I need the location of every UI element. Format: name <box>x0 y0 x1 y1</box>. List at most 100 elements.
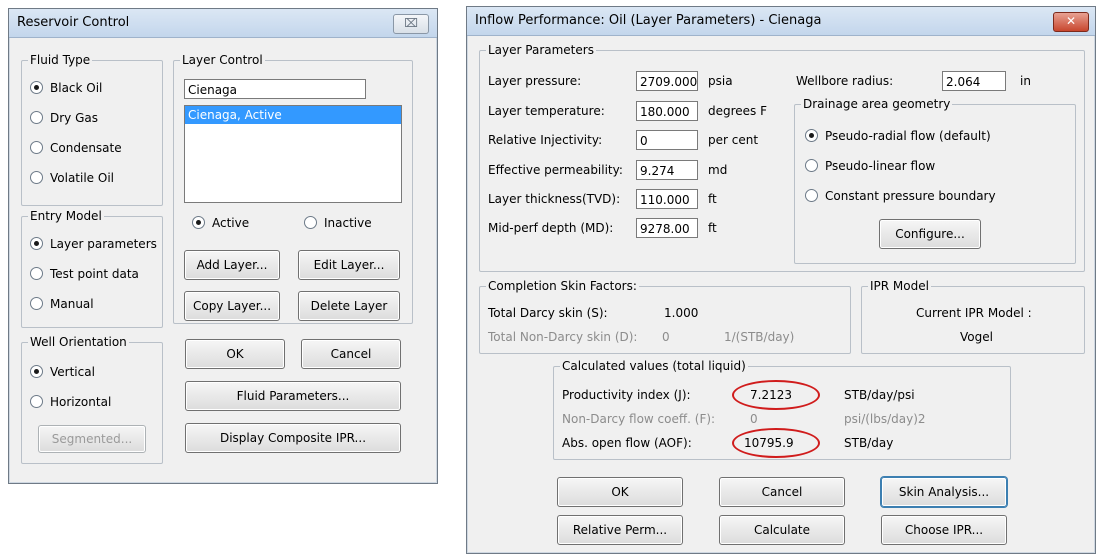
radio-test-point-data[interactable]: Test point data <box>30 267 139 281</box>
layer-control-legend: Layer Control <box>180 53 265 67</box>
layer-name-input[interactable]: Cienaga <box>184 79 366 99</box>
radio-label: Pseudo-radial flow (default) <box>825 129 991 143</box>
productivity-index-unit: STB/day/psi <box>844 388 915 402</box>
ipr-model-legend: IPR Model <box>868 279 931 293</box>
close-icon[interactable]: ⌧ <box>393 14 429 34</box>
highlight-ellipse-pi <box>732 380 820 410</box>
radio-label: Active <box>212 216 250 230</box>
nondarcy-coeff-label: Non-Darcy flow coeff. (F): <box>562 412 716 426</box>
radio-vertical[interactable]: Vertical <box>30 365 95 379</box>
radio-icon <box>30 267 43 280</box>
layer-thickness-label: Layer thickness(TVD): <box>488 192 621 206</box>
segmented-button[interactable]: Segmented... <box>38 425 146 453</box>
reservoir-title: Reservoir Control <box>17 15 130 30</box>
nondarcy-skin-unit: 1/(STB/day) <box>724 330 795 344</box>
well-orientation-group: Well Orientation Vertical Horizontal Seg… <box>21 335 163 464</box>
mid-perf-depth-unit: ft <box>708 221 717 235</box>
nondarcy-coeff-value: 0 <box>750 412 758 426</box>
inflow-titlebar[interactable]: Inflow Performance: Oil (Layer Parameter… <box>467 7 1095 36</box>
calculate-button[interactable]: Calculate <box>719 515 845 545</box>
radio-icon <box>30 395 43 408</box>
layer-parameters-legend: Layer Parameters <box>486 43 596 57</box>
radio-icon <box>304 216 317 229</box>
relative-injectivity-input[interactable]: 0 <box>636 130 698 150</box>
drainage-geometry-legend: Drainage area geometry <box>801 97 953 111</box>
radio-condensate[interactable]: Condensate <box>30 141 122 155</box>
close-icon[interactable]: ✕ <box>1053 12 1089 32</box>
layer-temperature-input[interactable]: 180.000 <box>636 101 698 121</box>
mid-perf-depth-input[interactable]: 9278.00 <box>636 218 698 238</box>
fluid-parameters-button[interactable]: Fluid Parameters... <box>185 381 401 411</box>
layer-temperature-unit: degrees F <box>708 104 768 118</box>
radio-label: Test point data <box>50 267 139 281</box>
radio-active[interactable]: Active <box>192 216 249 230</box>
layer-list[interactable]: Cienaga, Active <box>184 105 402 203</box>
ok-button[interactable]: OK <box>557 477 683 507</box>
wellbore-radius-input[interactable]: 2.064 <box>942 71 1006 91</box>
radio-pseudo-linear[interactable]: Pseudo-linear flow <box>805 159 935 173</box>
radio-label: Pseudo-linear flow <box>825 159 936 173</box>
radio-inactive[interactable]: Inactive <box>304 216 372 230</box>
skin-analysis-button[interactable]: Skin Analysis... <box>881 477 1007 507</box>
configure-button[interactable]: Configure... <box>879 219 981 249</box>
copy-layer-button[interactable]: Copy Layer... <box>184 291 280 321</box>
calculated-values-group: Calculated values (total liquid) Product… <box>553 359 1011 460</box>
fluid-type-legend: Fluid Type <box>28 53 93 67</box>
effective-permeability-label: Effective permeability: <box>488 163 623 177</box>
nondarcy-skin-label: Total Non-Darcy skin (D): <box>488 330 638 344</box>
relative-perm-button[interactable]: Relative Perm... <box>557 515 683 545</box>
relative-injectivity-label: Relative Injectivity: <box>488 133 603 147</box>
layer-pressure-input[interactable]: 2709.000 <box>636 71 698 91</box>
completion-skin-legend: Completion Skin Factors: <box>486 279 639 293</box>
nondarcy-skin-value: 0 <box>662 330 670 344</box>
delete-layer-button[interactable]: Delete Layer <box>298 291 400 321</box>
aof-unit: STB/day <box>844 436 894 450</box>
radio-label: Volatile Oil <box>50 171 114 185</box>
radio-dry-gas[interactable]: Dry Gas <box>30 111 98 125</box>
ok-button[interactable]: OK <box>185 339 285 369</box>
darcy-skin-value: 1.000 <box>664 306 699 320</box>
layer-thickness-unit: ft <box>708 192 717 206</box>
reservoir-control-dialog: Reservoir Control ⌧ Fluid Type Black Oil… <box>8 8 438 484</box>
cancel-button[interactable]: Cancel <box>301 339 401 369</box>
current-ipr-value: Vogel <box>960 330 993 344</box>
mid-perf-depth-label: Mid-perf depth (MD): <box>488 221 614 235</box>
radio-icon <box>30 171 43 184</box>
radio-label: Black Oil <box>50 81 103 95</box>
entry-model-group: Entry Model Layer parameters Test point … <box>21 209 163 328</box>
radio-icon <box>805 189 818 202</box>
radio-icon <box>30 141 43 154</box>
nondarcy-coeff-unit: psi/(lbs/day)2 <box>844 412 926 426</box>
cancel-button[interactable]: Cancel <box>719 477 845 507</box>
radio-icon <box>30 297 43 310</box>
layer-pressure-label: Layer pressure: <box>488 74 582 88</box>
radio-constant-pressure[interactable]: Constant pressure boundary <box>805 189 996 203</box>
radio-pseudo-radial[interactable]: Pseudo-radial flow (default) <box>805 129 991 143</box>
effective-permeability-unit: md <box>708 163 728 177</box>
reservoir-titlebar[interactable]: Reservoir Control ⌧ <box>9 9 437 38</box>
choose-ipr-button[interactable]: Choose IPR... <box>881 515 1007 545</box>
radio-icon <box>192 216 205 229</box>
display-composite-ipr-button[interactable]: Display Composite IPR... <box>185 423 401 453</box>
inflow-title: Inflow Performance: Oil (Layer Parameter… <box>475 13 822 28</box>
effective-permeability-input[interactable]: 9.274 <box>636 160 698 180</box>
layer-thickness-input[interactable]: 110.000 <box>636 189 698 209</box>
radio-layer-parameters[interactable]: Layer parameters <box>30 237 157 251</box>
list-item[interactable]: Cienaga, Active <box>185 106 401 124</box>
add-layer-button[interactable]: Add Layer... <box>184 250 280 280</box>
radio-horizontal[interactable]: Horizontal <box>30 395 111 409</box>
inflow-performance-dialog: Inflow Performance: Oil (Layer Parameter… <box>466 6 1096 554</box>
radio-label: Horizontal <box>50 395 112 409</box>
fluid-type-group: Fluid Type Black Oil Dry Gas Condensate … <box>21 53 163 206</box>
radio-volatile-oil[interactable]: Volatile Oil <box>30 171 114 185</box>
aof-label: Abs. open flow (AOF): <box>562 436 692 450</box>
radio-icon <box>30 111 43 124</box>
layer-parameters-group: Layer Parameters Layer pressure: 2709.00… <box>479 43 1085 272</box>
productivity-index-label: Productivity index (J): <box>562 388 691 402</box>
wellbore-radius-label: Wellbore radius: <box>796 74 894 88</box>
radio-black-oil[interactable]: Black Oil <box>30 81 102 95</box>
radio-label: Constant pressure boundary <box>825 189 996 203</box>
edit-layer-button[interactable]: Edit Layer... <box>298 250 400 280</box>
radio-label: Manual <box>50 297 94 311</box>
radio-manual[interactable]: Manual <box>30 297 94 311</box>
